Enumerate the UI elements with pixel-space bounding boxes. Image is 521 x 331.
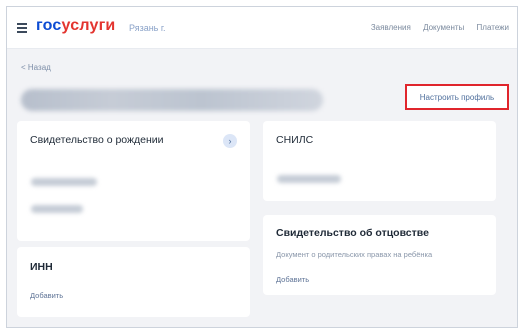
hamburger-menu-icon[interactable] [17, 23, 27, 33]
user-name-blurred [21, 89, 323, 111]
blurred-document-line [31, 205, 83, 213]
nav-documents[interactable]: Документы [423, 23, 464, 32]
paternity-subtitle: Документ о родительских правах на ребёнк… [276, 250, 433, 259]
birth-certificate-card[interactable]: Свидетельство о рождении › [17, 121, 250, 241]
inn-card[interactable]: ИНН Добавить [17, 247, 250, 317]
snils-title: СНИЛС [276, 134, 314, 146]
paternity-add-link[interactable]: Добавить [276, 275, 309, 284]
logo-part-1: гос [36, 17, 62, 34]
top-bar: госуслуги Рязань г. Заявления Документы … [7, 7, 517, 49]
nav-applications[interactable]: Заявления [371, 23, 411, 32]
app-window: госуслуги Рязань г. Заявления Документы … [6, 6, 518, 328]
paternity-title: Свидетельство об отцовстве [276, 227, 429, 239]
chevron-right-icon[interactable]: › [223, 134, 237, 148]
logo-part-2: услуги [61, 17, 116, 34]
birth-certificate-title: Свидетельство о рождении [30, 134, 164, 146]
blurred-document-line [31, 178, 97, 186]
blurred-document-line [277, 175, 341, 183]
snils-card[interactable]: СНИЛС [263, 121, 496, 201]
configure-profile-button[interactable]: Настроить профиль [405, 84, 509, 110]
paternity-certificate-card[interactable]: Свидетельство об отцовстве Документ о ро… [263, 215, 496, 295]
inn-title: ИНН [30, 261, 53, 273]
gosuslugi-logo[interactable]: госуслуги [36, 17, 115, 35]
city-selector[interactable]: Рязань г. [129, 23, 166, 33]
nav-payments[interactable]: Платежи [477, 23, 509, 32]
top-nav: Заявления Документы Платежи [361, 23, 509, 32]
back-link[interactable]: < Назад [21, 63, 51, 72]
inn-add-link[interactable]: Добавить [30, 291, 63, 300]
